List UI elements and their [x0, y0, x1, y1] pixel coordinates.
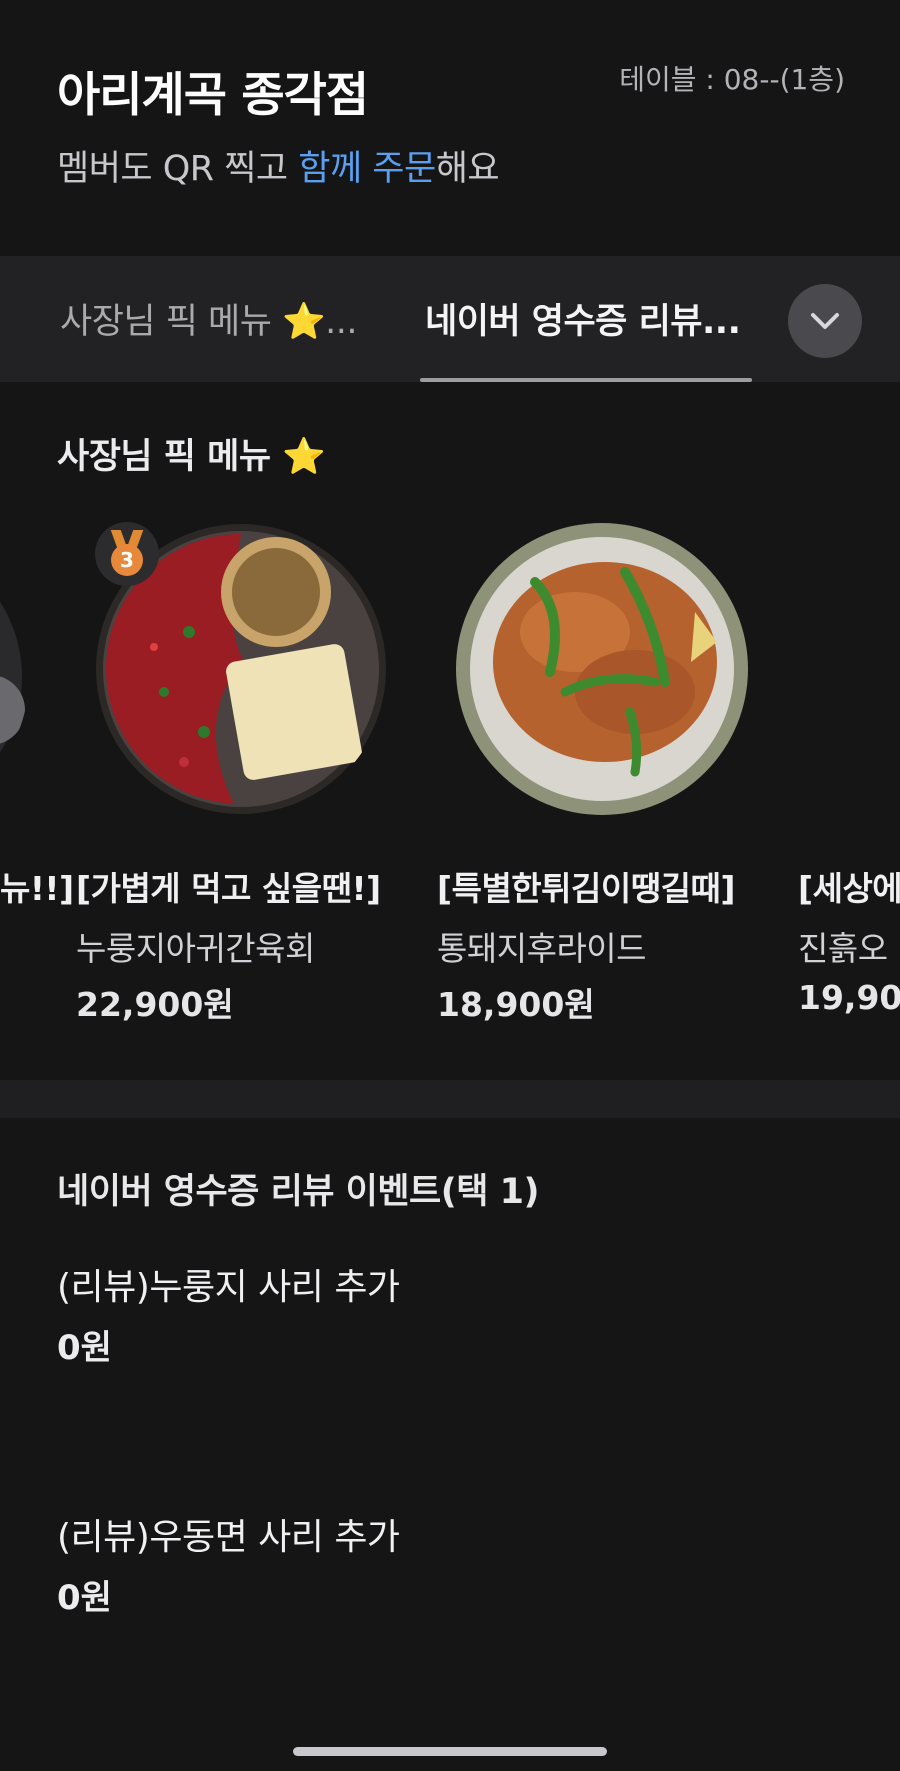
menu-image [816, 522, 900, 816]
menu-image [456, 523, 748, 815]
menu-card[interactable]: 뉴!!] [0, 510, 74, 1030]
menu-card[interactable]: [가볍게 먹고 싶을땐!] 누룽지아귀간육회 22,900원 [76, 510, 386, 1030]
tab-naver-review[interactable]: 네이버 영수증 리뷰... [425, 293, 741, 344]
chevron-down-icon [811, 313, 839, 329]
menu-price: 19,900 [798, 978, 900, 1017]
tab-owner-pick[interactable]: 사장님 픽 메뉴 ⭐... [60, 293, 358, 344]
table-label: 테이블 : 08--(1층) [619, 63, 845, 96]
menu-card[interactable]: [세상에 진흙오 19,900 [798, 510, 900, 1030]
menu-price: 22,900원 [76, 985, 234, 1024]
menu-caption: [가볍게 먹고 싶을땐!] [76, 869, 381, 908]
featured-carousel[interactable]: 뉴!!] [가볍게 먹고 싶을땐!] 누룽지아귀간육회 22,900원 [특별한… [0, 510, 900, 1030]
menu-caption: 뉴!!] [0, 869, 74, 908]
store-header: 아리계곡 종각점 테이블 : 08--(1층) 멤버도 QR 찍고 함께 주문해… [0, 0, 900, 255]
bronze-medal-icon: 3 [111, 544, 143, 576]
section-divider [0, 1080, 900, 1118]
expand-tabs-button[interactable] [788, 284, 862, 358]
subtitle: 멤버도 QR 찍고 함께 주문해요 [57, 140, 500, 191]
store-name: 아리계곡 종각점 [57, 68, 369, 123]
featured-section-title: 사장님 픽 메뉴 ⭐ [57, 437, 326, 477]
subtitle-suffix: 해요 [435, 149, 500, 189]
menu-name: 진흙오 [798, 929, 888, 968]
menu-card[interactable]: [특별한튀김이땡길때] 통돼지후라이드 18,900원 [437, 510, 748, 1030]
category-tabbar: 사장님 픽 메뉴 ⭐... 네이버 영수증 리뷰... [0, 256, 900, 382]
list-item[interactable]: (리뷰)우동면 사리 추가 0원 [57, 1508, 857, 1658]
item-name: (리뷰)우동면 사리 추가 [57, 1517, 400, 1558]
subtitle-highlight: 함께 주문 [298, 149, 436, 189]
item-price: 0원 [57, 1578, 112, 1618]
item-name: (리뷰)누룽지 사리 추가 [57, 1267, 400, 1308]
home-indicator[interactable] [293, 1747, 607, 1756]
rank-badge: 3 [95, 522, 159, 586]
subtitle-prefix: 멤버도 QR 찍고 [57, 149, 299, 189]
active-tab-indicator [420, 378, 752, 382]
menu-name: 누룽지아귀간육회 [76, 929, 315, 968]
menu-price: 18,900원 [437, 985, 595, 1024]
menu-name: 통돼지후라이드 [437, 929, 647, 968]
menu-image [0, 601, 25, 753]
menu-caption: [특별한튀김이땡길때] [437, 869, 735, 908]
item-price: 0원 [57, 1328, 112, 1368]
list-item[interactable]: (리뷰)누룽지 사리 추가 0원 [57, 1258, 857, 1408]
menu-caption: [세상에 [798, 869, 900, 908]
review-section-title: 네이버 영수증 리뷰 이벤트(택 1) [57, 1172, 540, 1212]
